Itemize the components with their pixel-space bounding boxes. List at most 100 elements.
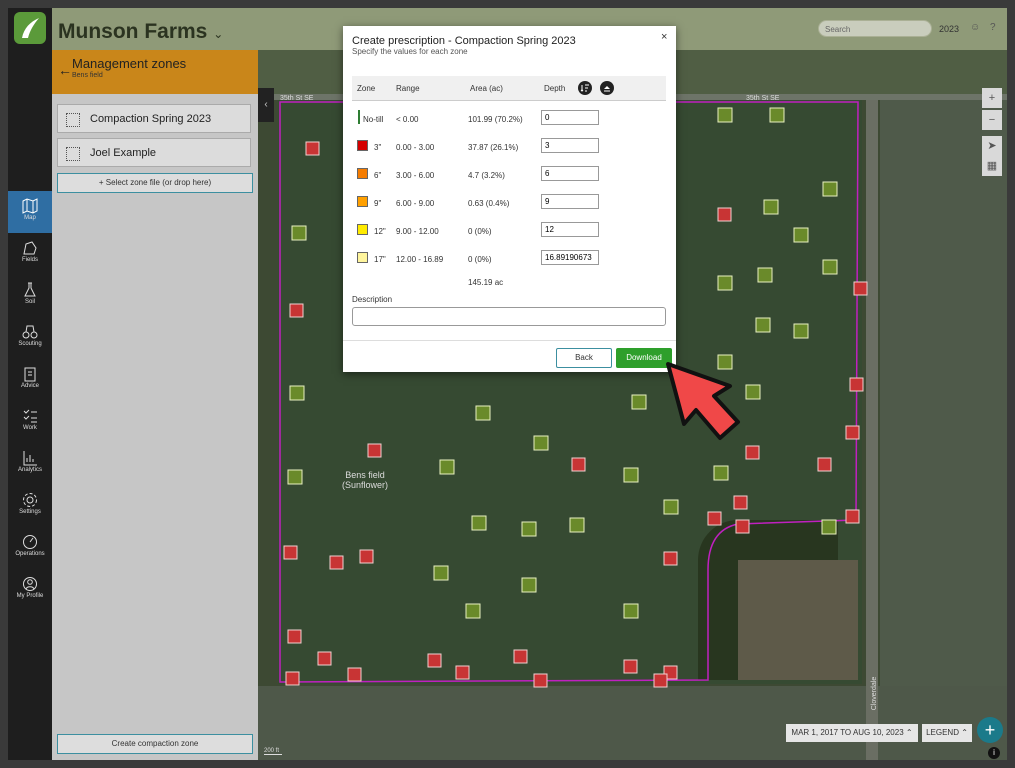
layers-icon[interactable]: ▦ bbox=[982, 156, 1002, 176]
year-selector[interactable]: 2023 bbox=[939, 24, 959, 34]
nav-map[interactable]: Map bbox=[8, 191, 52, 233]
zone-range: 3.00 - 6.00 bbox=[396, 171, 435, 180]
zone-item[interactable]: Joel Example bbox=[57, 138, 251, 167]
zone-label: 6" bbox=[374, 171, 382, 180]
col-zone: Zone bbox=[357, 84, 376, 93]
nav-work[interactable]: Work bbox=[8, 401, 52, 443]
back-arrow-icon[interactable]: ← bbox=[58, 62, 72, 78]
nav-scouting[interactable]: Scouting bbox=[8, 317, 52, 359]
depth-input[interactable] bbox=[541, 250, 599, 265]
panel-title: Management zones bbox=[72, 56, 187, 71]
nav-label: Settings bbox=[19, 509, 41, 515]
dialog-divider bbox=[343, 340, 676, 341]
table-row: 3" 0.00 - 3.00 37.87 (26.1%) bbox=[352, 134, 666, 162]
total-area: 145.19 ac bbox=[468, 278, 504, 287]
search-input[interactable]: Search bbox=[818, 20, 932, 37]
create-prescription-dialog: Create prescription - Compaction Spring … bbox=[343, 26, 676, 372]
farm-selector[interactable]: Munson Farms ⌄ bbox=[58, 20, 223, 44]
zone-area: 0.63 (0.4%) bbox=[468, 199, 510, 208]
zone-label: 3" bbox=[374, 143, 382, 152]
operations-icon bbox=[23, 535, 37, 549]
depth-input[interactable] bbox=[541, 166, 599, 181]
pointer-arrow-icon bbox=[666, 362, 740, 440]
scale-bar: 200 ft bbox=[264, 748, 282, 755]
zone-area: 0 (0%) bbox=[468, 255, 492, 264]
zone-range: < 0.00 bbox=[396, 115, 419, 124]
zone-swatch bbox=[357, 168, 368, 179]
leaf-logo-icon bbox=[22, 18, 39, 38]
settings-icon bbox=[23, 493, 37, 507]
col-area: Area (ac) bbox=[470, 84, 503, 93]
nav-label: My Profile bbox=[16, 593, 44, 599]
zone-grid-icon bbox=[66, 113, 80, 127]
advice-icon bbox=[24, 367, 36, 382]
create-compaction-zone-button[interactable]: Create compaction zone bbox=[57, 734, 253, 754]
nav-fields[interactable]: Fields bbox=[8, 233, 52, 275]
smiley-icon[interactable]: ☺ bbox=[970, 22, 980, 33]
legend-toggle[interactable]: LEGEND ⌃ bbox=[922, 724, 972, 742]
help-icon[interactable]: ? bbox=[990, 22, 996, 33]
fields-icon bbox=[23, 241, 37, 255]
locate-icon[interactable]: ➤ bbox=[982, 136, 1002, 156]
col-range: Range bbox=[396, 84, 420, 93]
nav-soil[interactable]: Soil bbox=[8, 275, 52, 317]
left-nav: Map Fields Soil Scouting Advice Work Ana… bbox=[8, 8, 52, 760]
zone-range: 12.00 - 16.89 bbox=[396, 255, 444, 264]
zone-name: Compaction Spring 2023 bbox=[90, 113, 212, 125]
zone-area: 4.7 (3.2%) bbox=[468, 171, 505, 180]
nav-profile[interactable]: My Profile bbox=[8, 569, 52, 611]
nav-label: Scouting bbox=[18, 341, 42, 347]
depth-input[interactable] bbox=[541, 138, 599, 153]
nav-label: Analytics bbox=[17, 467, 42, 473]
dialog-title: Create prescription - Compaction Spring … bbox=[352, 35, 576, 47]
zone-swatch bbox=[357, 140, 368, 151]
description-input[interactable] bbox=[352, 307, 666, 326]
panel-subtitle: Bens field bbox=[72, 72, 103, 79]
table-row: 9" 6.00 - 9.00 0.63 (0.4%) bbox=[352, 190, 666, 218]
nav-operations[interactable]: Operations bbox=[8, 527, 52, 569]
select-zone-file-button[interactable]: + Select zone file (or drop here) bbox=[57, 173, 253, 193]
nav-advice[interactable]: Advice bbox=[8, 359, 52, 401]
zone-name: Joel Example bbox=[90, 147, 157, 159]
nav-settings[interactable]: Settings bbox=[8, 485, 52, 527]
depth-input[interactable] bbox=[541, 194, 599, 209]
chevron-up-icon: ⌃ bbox=[961, 728, 968, 737]
legend-label: LEGEND bbox=[926, 728, 959, 737]
panel-header: ← Management zones Bens field bbox=[52, 50, 258, 94]
zone-swatch bbox=[358, 110, 360, 124]
zone-swatch bbox=[357, 196, 368, 207]
zone-range: 0.00 - 3.00 bbox=[396, 143, 435, 152]
chevron-up-icon: ⌃ bbox=[905, 728, 913, 737]
zone-area: 37.87 (26.1%) bbox=[468, 143, 519, 152]
zone-item[interactable]: Compaction Spring 2023 bbox=[57, 104, 251, 133]
zone-range: 6.00 - 9.00 bbox=[396, 199, 435, 208]
back-button[interactable]: Back bbox=[556, 348, 612, 368]
zone-label: No-till bbox=[363, 115, 384, 124]
date-range-selector[interactable]: MAR 1, 2017 TO AUG 10, 2023 ⌃ bbox=[786, 724, 918, 742]
table-header: Zone Range Area (ac) Depth bbox=[352, 76, 666, 101]
zone-grid-icon bbox=[66, 147, 80, 161]
logo[interactable] bbox=[14, 12, 46, 44]
zoom-in-button[interactable]: + bbox=[982, 88, 1002, 108]
zone-label: 9" bbox=[374, 199, 382, 208]
col-depth: Depth bbox=[544, 84, 566, 93]
zoom-out-button[interactable]: − bbox=[982, 110, 1002, 130]
table-row: 17" 12.00 - 16.89 0 (0%) bbox=[352, 246, 666, 274]
depth-input[interactable] bbox=[541, 110, 599, 125]
analytics-icon bbox=[23, 451, 37, 466]
close-icon[interactable]: × bbox=[661, 31, 667, 43]
nav-label: Advice bbox=[20, 383, 39, 389]
table-row: 12" 9.00 - 12.00 0 (0%) bbox=[352, 218, 666, 246]
add-fab-button[interactable]: + bbox=[977, 717, 1003, 743]
scouting-icon bbox=[22, 325, 38, 339]
dialog-subtitle: Specify the values for each zone bbox=[352, 47, 468, 56]
farm-name: Munson Farms bbox=[58, 20, 208, 43]
depth-input[interactable] bbox=[541, 222, 599, 237]
zone-area: 101.99 (70.2%) bbox=[468, 115, 523, 124]
sort-icon[interactable] bbox=[578, 81, 592, 95]
reset-icon[interactable] bbox=[600, 81, 614, 95]
info-icon[interactable]: i bbox=[988, 747, 1000, 759]
table-row: No-till < 0.00 101.99 (70.2%) bbox=[352, 106, 666, 134]
nav-analytics[interactable]: Analytics bbox=[8, 443, 52, 485]
nav-label: Soil bbox=[24, 299, 35, 305]
